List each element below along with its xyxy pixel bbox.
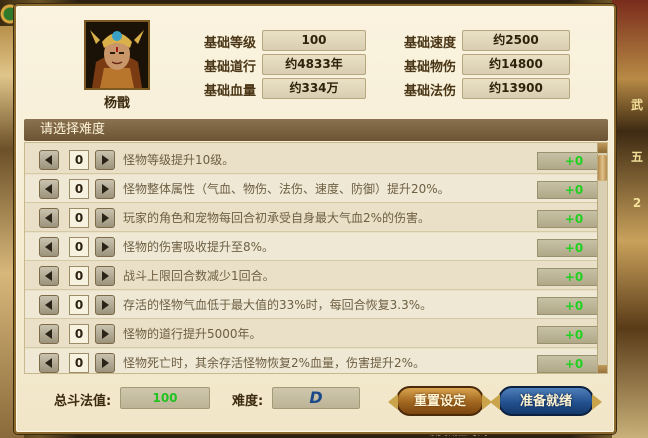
decrease-button[interactable]	[39, 353, 59, 373]
arrow-left-icon	[45, 271, 52, 281]
list-scrollbar[interactable]	[597, 143, 607, 373]
stat-label-tao: 基础道行	[203, 60, 256, 75]
hero-name: 杨戬	[103, 96, 130, 111]
section-title: 请选择难度	[24, 119, 608, 141]
arrow-right-icon	[102, 358, 109, 368]
row-description: 怪物整体属性（气血、物伤、法伤、速度、防御）提升20%。	[123, 182, 450, 196]
row-description: 战斗上限回合数减少1回合。	[123, 269, 275, 283]
decrease-button[interactable]	[39, 237, 59, 257]
ready-button[interactable]: 准备就绪	[490, 386, 602, 416]
level-count: 0	[69, 295, 89, 315]
decrease-button[interactable]	[39, 179, 59, 199]
decrease-button[interactable]	[39, 324, 59, 344]
background-side-text-1: 武	[630, 98, 643, 112]
level-count: 0	[69, 237, 89, 257]
difficulty-row: 0 怪物整体属性（气血、物伤、法伤、速度、防御）提升20%。 +0	[25, 175, 607, 203]
total-power-label: 总斗法值:	[54, 394, 112, 409]
stat-label-magic-dmg: 基础法伤	[403, 84, 456, 99]
difficulty-row: 0 战斗上限回合数减少1回合。 +0	[25, 262, 607, 290]
stat-value-hp: 约334万	[262, 78, 366, 99]
arrow-left-icon	[45, 300, 52, 310]
reset-settings-button[interactable]: 重置设定	[388, 386, 492, 416]
difficulty-row: 0 怪物的道行提升5000年。 +0	[25, 320, 607, 348]
difficulty-label: 难度:	[232, 394, 264, 409]
arrow-left-icon	[45, 213, 52, 223]
row-description: 存活的怪物气血低于最大值的33%时，每回合恢复3.3%。	[123, 298, 433, 312]
stat-label-level: 基础等级	[203, 36, 256, 51]
arrow-right-icon	[102, 155, 109, 165]
difficulty-row: 0 怪物死亡时，其余存活怪物恢复2%血量，伤害提升2%。 +0	[25, 349, 607, 373]
level-count: 0	[69, 266, 89, 286]
stat-value-tao: 约4833年	[262, 54, 366, 75]
increase-button[interactable]	[95, 266, 115, 286]
difficulty-row: 0 玩家的角色和宠物每回合初承受自身最大气血2%的伤害。 +0	[25, 204, 607, 232]
hero-portrait-image	[86, 22, 148, 88]
increase-button[interactable]	[95, 208, 115, 228]
arrow-right-icon	[102, 184, 109, 194]
arrow-left-icon	[45, 184, 52, 194]
arrow-left-icon	[45, 155, 52, 165]
decrease-button[interactable]	[39, 208, 59, 228]
difficulty-row: 0 存活的怪物气血低于最大值的33%时，每回合恢复3.3%。 +0	[25, 291, 607, 319]
level-count: 0	[69, 353, 89, 373]
increase-button[interactable]	[95, 324, 115, 344]
arrow-right-icon	[102, 300, 109, 310]
difficulty-option-list[interactable]: 0 怪物等级提升10级。 +0 0 怪物整体属性（气血、物伤、法伤、速度、防御）…	[24, 142, 608, 374]
arrow-right-icon	[102, 242, 109, 252]
row-description: 怪物死亡时，其余存活怪物恢复2%血量，伤害提升2%。	[123, 356, 426, 370]
level-count: 0	[69, 324, 89, 344]
increase-button[interactable]	[95, 150, 115, 170]
level-count: 0	[69, 208, 89, 228]
background-side-text-3: 2	[632, 196, 642, 210]
increase-button[interactable]	[95, 237, 115, 257]
hero-portrait	[84, 20, 150, 90]
arrow-left-icon	[45, 242, 52, 252]
arrow-left-icon	[45, 329, 52, 339]
increase-button[interactable]	[95, 179, 115, 199]
difficulty-dialog: 杨戬 基础等级 100 基础速度 约2500 基础道行 约4833年 基础物伤 …	[14, 4, 616, 434]
scroll-thumb[interactable]	[598, 155, 607, 181]
stat-label-hp: 基础血量	[203, 84, 256, 99]
row-description: 玩家的角色和宠物每回合初承受自身最大气血2%的伤害。	[123, 211, 431, 225]
stat-value-speed: 约2500	[462, 30, 570, 51]
row-description: 怪物的道行提升5000年。	[123, 327, 262, 341]
arrow-right-icon	[102, 271, 109, 281]
level-count: 0	[69, 179, 89, 199]
arrow-left-icon	[45, 358, 52, 368]
arrow-right-icon	[102, 329, 109, 339]
stat-value-magic-dmg: 约13900	[462, 78, 570, 99]
stat-label-speed: 基础速度	[403, 36, 456, 51]
stat-label-phys-dmg: 基础物伤	[403, 60, 456, 75]
row-description: 怪物的伤害吸收提升至8%。	[123, 240, 275, 254]
scroll-down-icon[interactable]	[598, 365, 607, 373]
decrease-button[interactable]	[39, 295, 59, 315]
difficulty-grade: D	[272, 387, 360, 409]
stat-value-level: 100	[262, 30, 366, 51]
arrow-right-icon	[102, 213, 109, 223]
stat-value-phys-dmg: 约14800	[462, 54, 570, 75]
level-count: 0	[69, 150, 89, 170]
increase-button[interactable]	[95, 353, 115, 373]
background-side-text-2: 五	[630, 150, 643, 164]
total-power-value: 100	[120, 387, 210, 409]
difficulty-row: 0 怪物的伤害吸收提升至8%。 +0	[25, 233, 607, 261]
difficulty-row: 0 怪物等级提升10级。 +0	[25, 146, 607, 174]
scroll-up-icon[interactable]	[598, 143, 607, 153]
background-pillar-right	[612, 0, 648, 438]
row-description: 怪物等级提升10级。	[123, 153, 235, 167]
decrease-button[interactable]	[39, 266, 59, 286]
increase-button[interactable]	[95, 295, 115, 315]
decrease-button[interactable]	[39, 150, 59, 170]
